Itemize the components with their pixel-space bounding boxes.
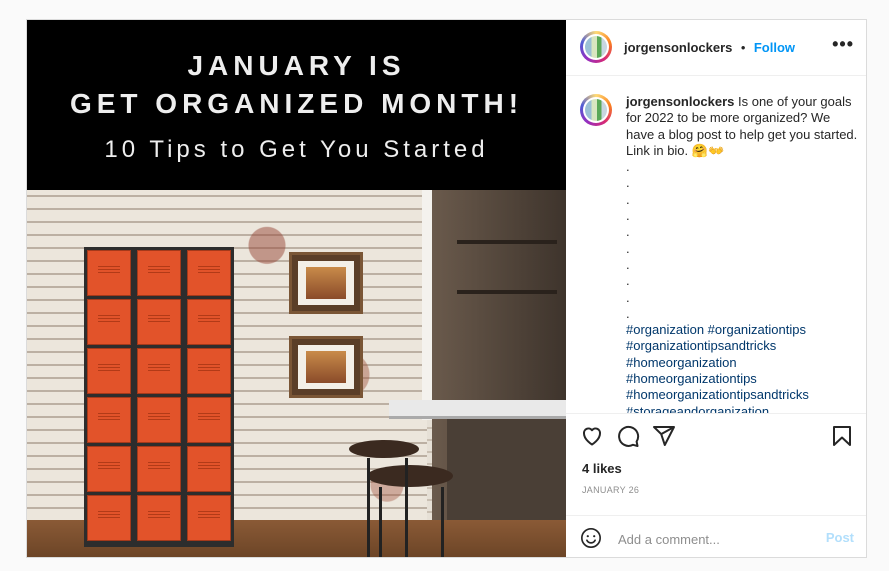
- hashtag-line[interactable]: #homeorganizationtipsandtricks: [626, 387, 858, 403]
- post-button[interactable]: Post: [826, 530, 854, 545]
- wall-frame: [289, 252, 363, 314]
- hashtag-line[interactable]: #organization #organizationtips: [626, 322, 858, 338]
- hashtag-line[interactable]: #homeorganization: [626, 355, 858, 371]
- bar-stool: [367, 465, 453, 487]
- caption-avatar[interactable]: [580, 94, 612, 126]
- action-bar: 4 likes JANUARY 26 Post: [566, 413, 866, 557]
- comment-icon[interactable]: [616, 424, 640, 448]
- post-card: JANUARY IS GET ORGANIZED MONTH! 10 Tips …: [26, 19, 867, 558]
- locker-unit: [84, 247, 234, 547]
- banner-line-3: 10 Tips to Get You Started: [104, 136, 489, 163]
- post-date[interactable]: JANUARY 26: [582, 485, 639, 495]
- likes-count[interactable]: 4 likes: [582, 461, 622, 476]
- bar-stool: [349, 440, 419, 458]
- comment-input[interactable]: [616, 528, 820, 550]
- header-username[interactable]: jorgensonlockers: [624, 40, 732, 55]
- caption-username[interactable]: jorgensonlockers: [626, 94, 734, 109]
- caption-dots: ..... .....: [626, 159, 630, 321]
- banner-line-2: GET ORGANIZED MONTH!: [69, 88, 524, 119]
- photo-scene: [27, 190, 566, 557]
- post-image[interactable]: JANUARY IS GET ORGANIZED MONTH! 10 Tips …: [27, 20, 566, 557]
- counter-top: [389, 400, 566, 419]
- heart-icon[interactable]: [580, 424, 604, 448]
- wall-frame: [289, 336, 363, 398]
- follow-button[interactable]: Follow: [754, 40, 795, 55]
- add-comment-bar: Post: [566, 515, 866, 557]
- comments-area[interactable]: jorgensonlockers Is one of your goals fo…: [566, 76, 866, 413]
- more-options-icon[interactable]: •••: [832, 34, 854, 55]
- hashtag-line[interactable]: #organizationtipsandtricks: [626, 338, 858, 354]
- shelf: [457, 240, 557, 244]
- avatar[interactable]: [580, 31, 612, 63]
- post-sidebar: jorgensonlockers • Follow ••• jorgensonl…: [566, 20, 866, 557]
- hashtag-line[interactable]: #storageandorganization #organizingtips: [626, 404, 858, 413]
- shelf: [457, 290, 557, 294]
- bookmark-icon[interactable]: [830, 424, 854, 448]
- image-banner: JANUARY IS GET ORGANIZED MONTH! 10 Tips …: [27, 20, 566, 190]
- post-header: jorgensonlockers • Follow •••: [566, 20, 866, 76]
- caption: jorgensonlockers Is one of your goals fo…: [626, 94, 858, 413]
- hashtag-line[interactable]: #homeorganizationtips: [626, 371, 858, 387]
- banner-line-1: JANUARY IS: [187, 50, 406, 81]
- share-icon[interactable]: [652, 424, 676, 448]
- smiley-icon[interactable]: [580, 527, 602, 549]
- separator-dot: •: [740, 40, 746, 55]
